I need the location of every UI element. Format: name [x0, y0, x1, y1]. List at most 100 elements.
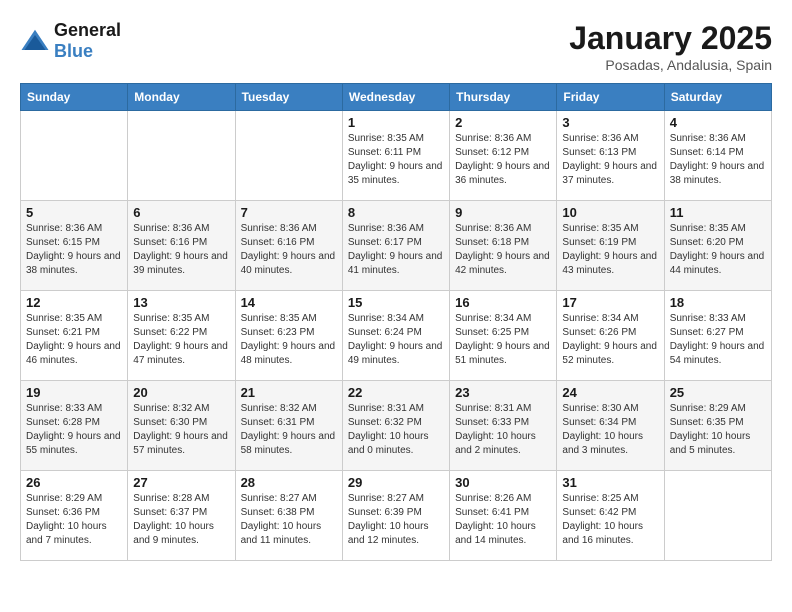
day-header-tuesday: Tuesday	[235, 84, 342, 111]
calendar-cell: 25 Sunrise: 8:29 AMSunset: 6:35 PMDayligh…	[664, 381, 771, 471]
day-number: 20	[133, 385, 229, 400]
day-info: Sunrise: 8:36 AMSunset: 6:17 PMDaylight:…	[348, 222, 444, 278]
calendar-cell: 24 Sunrise: 8:30 AMSunset: 6:34 PMDayligh…	[557, 381, 664, 471]
calendar-cell	[235, 111, 342, 201]
calendar-cell	[21, 111, 128, 201]
day-number: 5	[26, 205, 122, 220]
calendar-week-5: 26 Sunrise: 8:29 AMSunset: 6:36 PMDayligh…	[21, 471, 772, 561]
calendar-week-2: 5 Sunrise: 8:36 AMSunset: 6:15 PMDaylight…	[21, 201, 772, 291]
day-number: 21	[241, 385, 337, 400]
calendar-cell: 16Sunrise: 8:34 AMSunset: 6:25 PMDayligh…	[450, 291, 557, 381]
day-number: 1	[348, 115, 444, 130]
calendar-cell: 14 Sunrise: 8:35 AMSunset: 6:23 PMDayligh…	[235, 291, 342, 381]
day-number: 6	[133, 205, 229, 220]
calendar-cell: 8 Sunrise: 8:36 AMSunset: 6:17 PMDaylight…	[342, 201, 449, 291]
day-number: 19	[26, 385, 122, 400]
day-info: Sunrise: 8:36 AMSunset: 6:12 PMDaylight:…	[455, 132, 551, 188]
calendar-cell: 28 Sunrise: 8:27 AMSunset: 6:38 PMDayligh…	[235, 471, 342, 561]
day-info: Sunrise: 8:36 AMSunset: 6:18 PMDaylight:…	[455, 222, 551, 278]
day-number: 3	[562, 115, 658, 130]
day-number: 8	[348, 205, 444, 220]
day-header-thursday: Thursday	[450, 84, 557, 111]
day-info: Sunrise: 8:36 AMSunset: 6:16 PMDaylight:…	[133, 222, 229, 278]
calendar-cell: 10 Sunrise: 8:35 AMSunset: 6:19 PMDayligh…	[557, 201, 664, 291]
day-header-monday: Monday	[128, 84, 235, 111]
calendar-week-1: 1 Sunrise: 8:35 AMSunset: 6:11 PMDaylight…	[21, 111, 772, 201]
day-info: Sunrise: 8:35 AMSunset: 6:22 PMDaylight:…	[133, 312, 229, 368]
day-number: 31	[562, 475, 658, 490]
day-info: Sunrise: 8:29 AMSunset: 6:35 PMDaylight:…	[670, 402, 766, 458]
day-info: Sunrise: 8:28 AMSunset: 6:37 PMDaylight:…	[133, 492, 229, 548]
logo-text: General Blue	[54, 20, 121, 62]
day-number: 2	[455, 115, 551, 130]
calendar-cell: 4 Sunrise: 8:36 AMSunset: 6:14 PMDaylight…	[664, 111, 771, 201]
day-info: Sunrise: 8:36 AMSunset: 6:15 PMDaylight:…	[26, 222, 122, 278]
day-info: Sunrise: 8:27 AMSunset: 6:38 PMDaylight:…	[241, 492, 337, 548]
calendar-cell: 3 Sunrise: 8:36 AMSunset: 6:13 PMDaylight…	[557, 111, 664, 201]
day-info: Sunrise: 8:34 AMSunset: 6:25 PMDaylight:…	[455, 312, 551, 368]
day-info: Sunrise: 8:30 AMSunset: 6:34 PMDaylight:…	[562, 402, 658, 458]
location-subtitle: Posadas, Andalusia, Spain	[569, 57, 772, 73]
calendar-cell	[128, 111, 235, 201]
day-info: Sunrise: 8:32 AMSunset: 6:31 PMDaylight:…	[241, 402, 337, 458]
day-number: 23	[455, 385, 551, 400]
day-info: Sunrise: 8:26 AMSunset: 6:41 PMDaylight:…	[455, 492, 551, 548]
day-number: 18	[670, 295, 766, 310]
calendar-cell: 19 Sunrise: 8:33 AMSunset: 6:28 PMDayligh…	[21, 381, 128, 471]
day-info: Sunrise: 8:34 AMSunset: 6:24 PMDaylight:…	[348, 312, 444, 368]
calendar-cell: 7Sunrise: 8:36 AMSunset: 6:16 PMDaylight…	[235, 201, 342, 291]
title-section: January 2025 Posadas, Andalusia, Spain	[569, 20, 772, 73]
day-info: Sunrise: 8:35 AMSunset: 6:19 PMDaylight:…	[562, 222, 658, 278]
day-info: Sunrise: 8:35 AMSunset: 6:21 PMDaylight:…	[26, 312, 122, 368]
calendar-cell: 6 Sunrise: 8:36 AMSunset: 6:16 PMDaylight…	[128, 201, 235, 291]
calendar-cell: 12 Sunrise: 8:35 AMSunset: 6:21 PMDayligh…	[21, 291, 128, 381]
day-number: 15	[348, 295, 444, 310]
calendar-cell: 20 Sunrise: 8:32 AMSunset: 6:30 PMDayligh…	[128, 381, 235, 471]
day-info: Sunrise: 8:35 AMSunset: 6:11 PMDaylight:…	[348, 132, 444, 188]
day-number: 14	[241, 295, 337, 310]
calendar-week-4: 19 Sunrise: 8:33 AMSunset: 6:28 PMDayligh…	[21, 381, 772, 471]
day-number: 24	[562, 385, 658, 400]
day-number: 10	[562, 205, 658, 220]
calendar-header-row: SundayMondayTuesdayWednesdayThursdayFrid…	[21, 84, 772, 111]
day-number: 11	[670, 205, 766, 220]
calendar-cell: 26 Sunrise: 8:29 AMSunset: 6:36 PMDayligh…	[21, 471, 128, 561]
day-info: Sunrise: 8:33 AMSunset: 6:27 PMDaylight:…	[670, 312, 766, 368]
day-number: 4	[670, 115, 766, 130]
calendar-cell: 13 Sunrise: 8:35 AMSunset: 6:22 PMDayligh…	[128, 291, 235, 381]
day-number: 29	[348, 475, 444, 490]
calendar-cell: 23 Sunrise: 8:31 AMSunset: 6:33 PMDayligh…	[450, 381, 557, 471]
calendar-cell: 31 Sunrise: 8:25 AMSunset: 6:42 PMDayligh…	[557, 471, 664, 561]
day-number: 30	[455, 475, 551, 490]
day-number: 27	[133, 475, 229, 490]
day-info: Sunrise: 8:34 AMSunset: 6:26 PMDaylight:…	[562, 312, 658, 368]
day-info: Sunrise: 8:27 AMSunset: 6:39 PMDaylight:…	[348, 492, 444, 548]
day-info: Sunrise: 8:25 AMSunset: 6:42 PMDaylight:…	[562, 492, 658, 548]
day-info: Sunrise: 8:32 AMSunset: 6:30 PMDaylight:…	[133, 402, 229, 458]
day-number: 12	[26, 295, 122, 310]
day-info: Sunrise: 8:36 AMSunset: 6:14 PMDaylight:…	[670, 132, 766, 188]
day-info: Sunrise: 8:33 AMSunset: 6:28 PMDaylight:…	[26, 402, 122, 458]
calendar-cell: 22Sunrise: 8:31 AMSunset: 6:32 PMDayligh…	[342, 381, 449, 471]
day-number: 13	[133, 295, 229, 310]
calendar-cell: 1 Sunrise: 8:35 AMSunset: 6:11 PMDaylight…	[342, 111, 449, 201]
day-number: 22	[348, 385, 444, 400]
page-header: General Blue January 2025 Posadas, Andal…	[20, 20, 772, 73]
calendar-cell: 9Sunrise: 8:36 AMSunset: 6:18 PMDaylight…	[450, 201, 557, 291]
calendar-cell: 21 Sunrise: 8:32 AMSunset: 6:31 PMDayligh…	[235, 381, 342, 471]
calendar-week-3: 12 Sunrise: 8:35 AMSunset: 6:21 PMDayligh…	[21, 291, 772, 381]
logo: General Blue	[20, 20, 121, 62]
day-info: Sunrise: 8:35 AMSunset: 6:20 PMDaylight:…	[670, 222, 766, 278]
day-number: 26	[26, 475, 122, 490]
day-number: 25	[670, 385, 766, 400]
day-header-saturday: Saturday	[664, 84, 771, 111]
calendar-cell: 29 Sunrise: 8:27 AMSunset: 6:39 PMDayligh…	[342, 471, 449, 561]
day-number: 28	[241, 475, 337, 490]
calendar-cell: 18 Sunrise: 8:33 AMSunset: 6:27 PMDayligh…	[664, 291, 771, 381]
day-info: Sunrise: 8:35 AMSunset: 6:23 PMDaylight:…	[241, 312, 337, 368]
calendar-cell: 17Sunrise: 8:34 AMSunset: 6:26 PMDayligh…	[557, 291, 664, 381]
day-info: Sunrise: 8:31 AMSunset: 6:33 PMDaylight:…	[455, 402, 551, 458]
month-title: January 2025	[569, 20, 772, 57]
day-info: Sunrise: 8:36 AMSunset: 6:13 PMDaylight:…	[562, 132, 658, 188]
day-info: Sunrise: 8:29 AMSunset: 6:36 PMDaylight:…	[26, 492, 122, 548]
